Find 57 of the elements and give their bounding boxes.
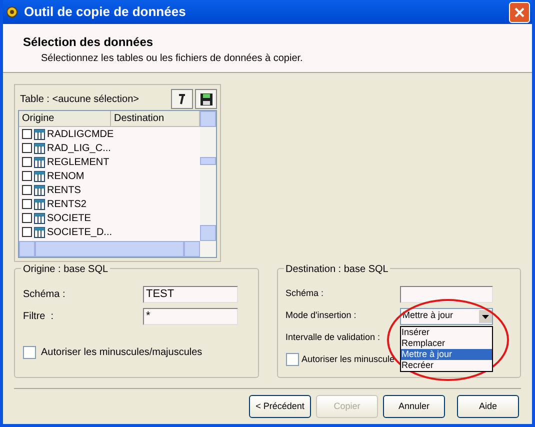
filter-field[interactable]: * <box>143 308 238 324</box>
close-icon <box>514 6 525 18</box>
caret-icon <box>478 310 492 322</box>
table-icon <box>34 226 45 238</box>
schema-label: Schéma : <box>23 288 66 302</box>
table-name[interactable]: SOCIETE <box>47 210 123 226</box>
insert-mode-dropdown[interactable]: Mettre à jour <box>400 308 492 324</box>
checkbox[interactable] <box>23 346 36 359</box>
group-title: Destination : base SQL <box>284 262 390 277</box>
save-icon[interactable] <box>195 89 217 109</box>
vertical-scrollbar[interactable] <box>200 111 216 241</box>
checkbox[interactable] <box>22 227 32 237</box>
table-icon <box>34 184 45 196</box>
dialog-button[interactable]: Annuler <box>383 395 445 418</box>
table-name[interactable]: RAD_LIG_C... <box>47 140 123 156</box>
table-icon <box>34 198 45 210</box>
dropdown-option[interactable]: Remplacer <box>400 338 492 348</box>
checkbox-label: Autoriser les minuscules/majuscules <box>41 346 202 360</box>
interval-label: Intervalle de validation : <box>286 331 380 344</box>
dropdown-option[interactable]: Recréer <box>400 360 492 370</box>
checkbox-label: Autoriser les minuscule <box>302 353 395 366</box>
table-icon <box>34 128 45 140</box>
schema-field[interactable] <box>400 286 492 302</box>
checkbox[interactable] <box>22 199 32 209</box>
insert-mode-label: Mode d'insertion : <box>286 309 358 322</box>
dropdown-option[interactable]: Mettre à jour <box>400 348 492 360</box>
checkbox[interactable] <box>22 185 32 195</box>
table-label: Table : <aucune sélection> <box>19 92 140 106</box>
checkbox[interactable] <box>286 353 298 366</box>
header-title: Sélection des données <box>23 34 154 51</box>
horizontal-scrollbar[interactable] <box>19 241 216 257</box>
group-title: Origine : base SQL <box>21 262 110 277</box>
dialog-button[interactable]: Aide <box>457 395 519 418</box>
checkbox[interactable] <box>22 143 32 153</box>
table-name[interactable]: SOCIETE_D... <box>47 224 123 240</box>
table-icon <box>34 156 45 168</box>
table-icon <box>34 212 45 224</box>
table-name[interactable]: RENTS2 <box>47 196 123 212</box>
schema-label: Schéma : <box>286 287 325 300</box>
header-subtitle: Sélectionnez les tables ou les fichiers de données à copier. <box>40 52 304 66</box>
table-name[interactable]: REGLEMENT <box>47 154 123 170</box>
checkbox[interactable] <box>22 171 32 181</box>
close-button[interactable] <box>509 2 530 22</box>
filter-label: Filtre : <box>23 310 55 324</box>
dialog-button[interactable]: < Précédent <box>249 395 311 418</box>
table-name[interactable]: RENOM <box>47 168 123 184</box>
checkbox[interactable] <box>22 157 32 167</box>
window-title: Outil de copie de données <box>24 3 187 22</box>
dropdown-option[interactable]: Insérer <box>400 326 492 338</box>
checkbox[interactable] <box>22 129 32 139</box>
column-header[interactable]: Origine <box>19 111 111 126</box>
checkbox[interactable] <box>22 213 32 223</box>
table-name[interactable]: RADLIGCMDE <box>47 126 123 142</box>
table-icon <box>34 170 45 182</box>
schema-field[interactable]: TEST <box>143 286 238 302</box>
table-name[interactable]: RENTS <box>47 182 123 198</box>
table-icon <box>34 142 45 154</box>
